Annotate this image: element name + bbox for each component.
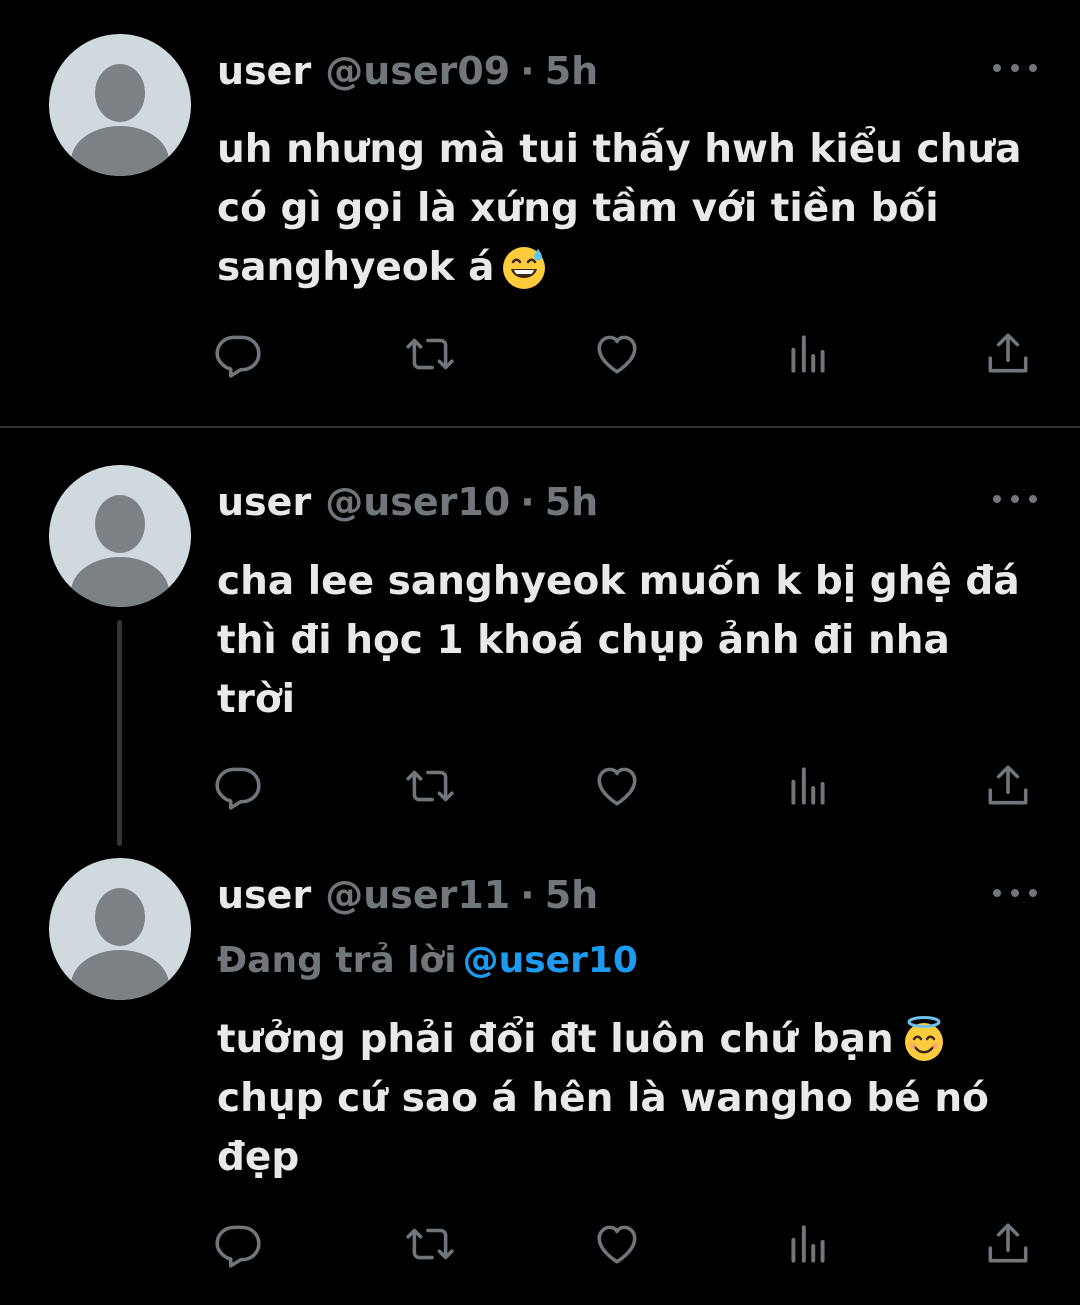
avatar-body-shape: [71, 126, 169, 176]
more-options-icon[interactable]: [993, 883, 1037, 903]
action-bar: [0, 756, 1080, 816]
retweet-icon[interactable]: [400, 1214, 460, 1274]
tweet-text: tưởng phải đổi đt luôn chứ bạn chụp cứ s…: [217, 1010, 1052, 1187]
user-handle[interactable]: @user11: [325, 870, 510, 920]
display-name[interactable]: user: [217, 46, 311, 96]
reply-icon[interactable]: [208, 756, 268, 816]
avatar-body-shape: [71, 950, 169, 1000]
views-icon[interactable]: [778, 324, 838, 384]
replying-label: Đang trả lời: [217, 940, 457, 981]
separator-dot: ·: [520, 873, 535, 917]
retweet-icon[interactable]: [400, 756, 460, 816]
tweet-text-body: uh nhưng mà tui thấy hwh kiểu chưa có gì…: [217, 127, 1022, 290]
tweet-header: user @user09 · 5h: [217, 46, 598, 96]
tweet-text: cha lee sanghyeok muốn k bị ghệ đá thì đ…: [217, 559, 1020, 722]
views-icon[interactable]: [778, 756, 838, 816]
grinning-sweat-emoji: [500, 243, 548, 291]
action-bar: [0, 324, 1080, 384]
share-icon[interactable]: [978, 324, 1038, 384]
tweet-text-rest: chụp cứ sao á hên là wangho bé nó đẹp: [217, 1076, 989, 1180]
tweet-text: uh nhưng mà tui thấy hwh kiểu chưa có gì…: [217, 120, 1052, 297]
like-icon[interactable]: [587, 324, 647, 384]
action-bar: [0, 1214, 1080, 1274]
user-handle[interactable]: @user10: [325, 477, 510, 527]
tweet-2[interactable]: user @user10 · 5h cha lee sanghyeok muốn…: [0, 430, 1080, 850]
reply-icon[interactable]: [208, 1214, 268, 1274]
timestamp[interactable]: 5h: [545, 46, 599, 96]
timestamp[interactable]: 5h: [545, 870, 599, 920]
tweet-header: user @user11 · 5h: [217, 870, 598, 920]
more-options-icon[interactable]: [993, 489, 1037, 509]
display-name[interactable]: user: [217, 477, 311, 527]
display-name[interactable]: user: [217, 870, 311, 920]
avatar-head-shape: [95, 495, 145, 553]
avatar-body-shape: [71, 557, 169, 607]
avatar-head-shape: [95, 64, 145, 122]
mention-link[interactable]: @user10: [463, 940, 638, 981]
avatar[interactable]: [49, 858, 191, 1000]
timestamp[interactable]: 5h: [545, 477, 599, 527]
tweet-1[interactable]: user @user09 · 5h uh nhưng mà tui thấy h…: [0, 0, 1080, 428]
tweet-text-line: tưởng phải đổi đt luôn chứ bạn: [217, 1017, 894, 1062]
avatar[interactable]: [49, 465, 191, 607]
share-icon[interactable]: [978, 756, 1038, 816]
tweet-3[interactable]: user @user11 · 5h Đang trả lời @user10 tư…: [0, 850, 1080, 1305]
reply-icon[interactable]: [208, 324, 268, 384]
user-handle[interactable]: @user09: [325, 46, 510, 96]
like-icon[interactable]: [587, 1214, 647, 1274]
replying-to: Đang trả lời @user10: [217, 936, 638, 986]
views-icon[interactable]: [778, 1214, 838, 1274]
smiling-halo-emoji: [900, 1015, 948, 1063]
like-icon[interactable]: [587, 756, 647, 816]
avatar[interactable]: [49, 34, 191, 176]
avatar-head-shape: [95, 888, 145, 946]
tweet-divider: [0, 426, 1080, 428]
retweet-icon[interactable]: [400, 324, 460, 384]
share-icon[interactable]: [978, 1214, 1038, 1274]
tweet-header: user @user10 · 5h: [217, 477, 598, 527]
separator-dot: ·: [520, 49, 535, 93]
separator-dot: ·: [520, 480, 535, 524]
more-options-icon[interactable]: [993, 58, 1037, 78]
